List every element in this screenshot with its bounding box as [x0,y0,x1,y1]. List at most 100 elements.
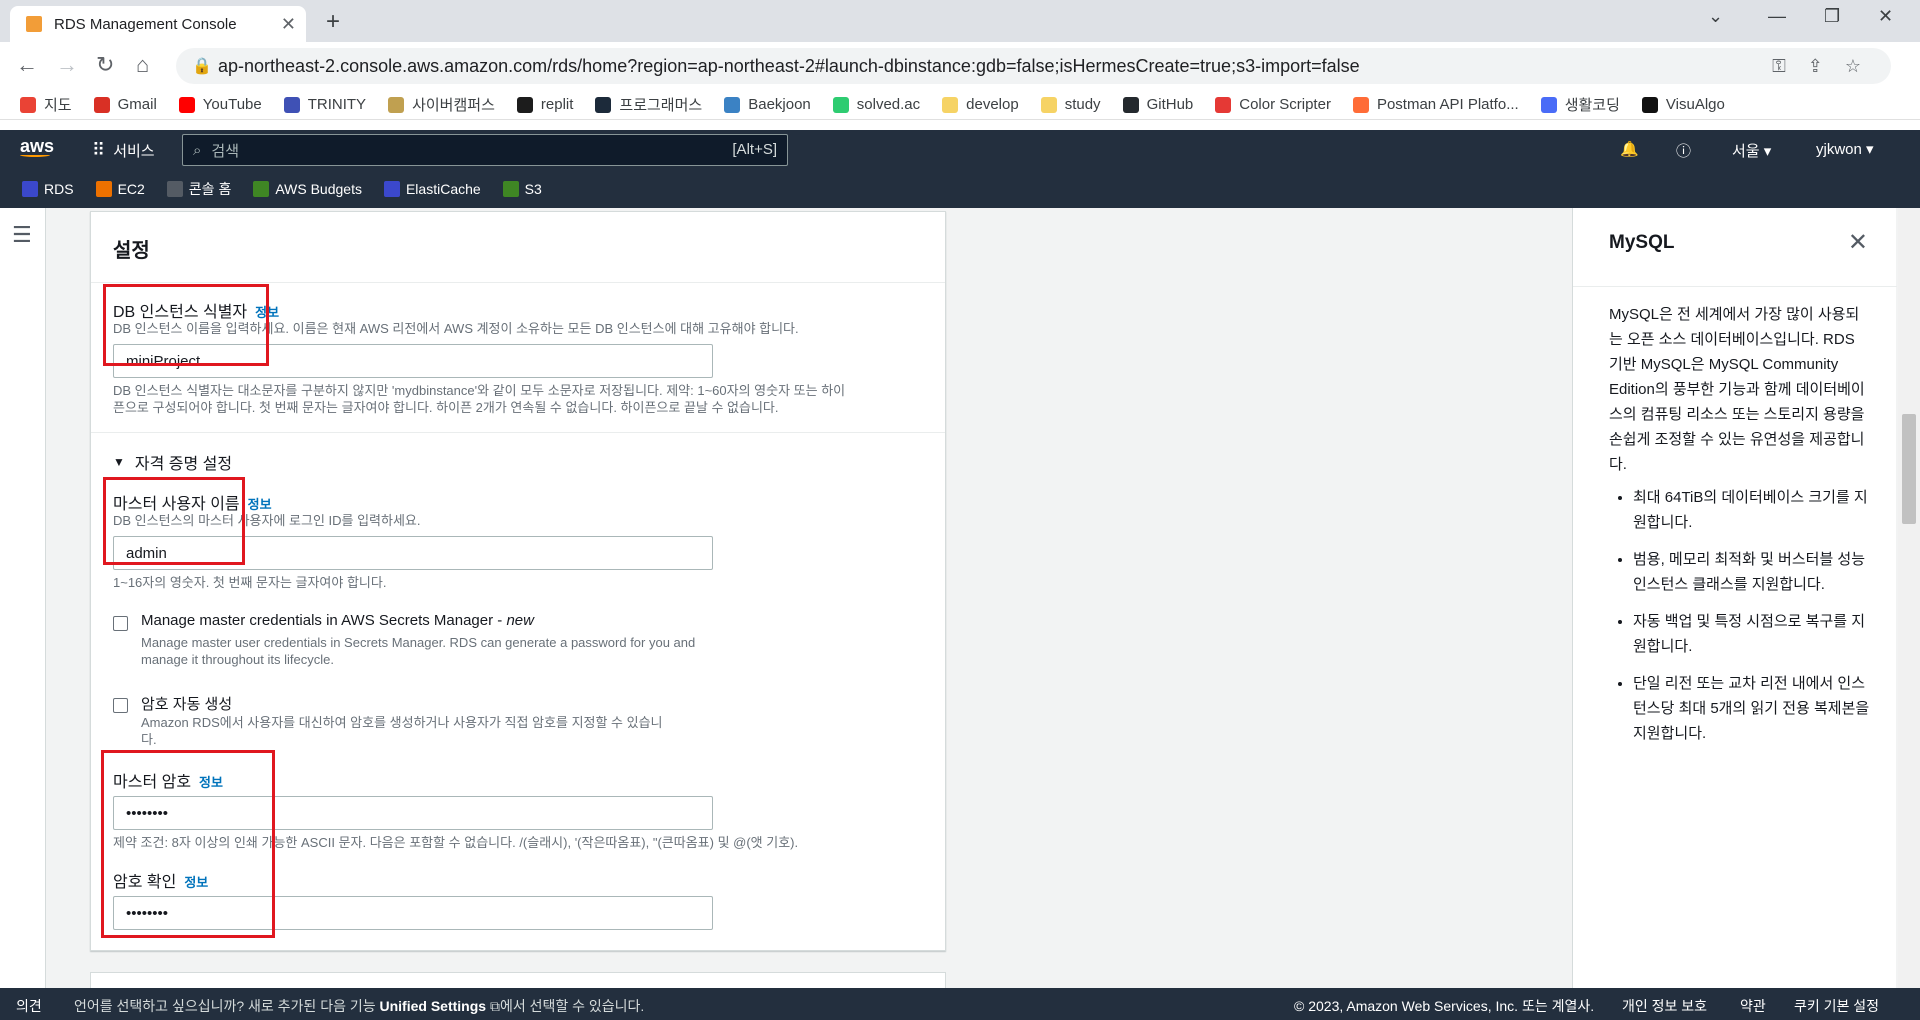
forward-icon[interactable]: → [56,52,78,78]
favorite-service[interactable]: S3 [502,181,542,197]
back-icon[interactable]: ← [16,52,38,78]
help-panel: MySQL ✕ MySQL은 전 세계에서 가장 많이 사용되는 오픈 소스 데… [1572,208,1897,988]
auto-generate-password-checkbox[interactable] [113,698,128,713]
scrollbar-thumb[interactable] [1902,414,1916,524]
divider [91,432,945,433]
bookmark-label: 사이버캠퍼스 [412,97,495,114]
bookmark-item[interactable]: 사이버캠퍼스 [388,94,495,115]
bookmark-icon [1540,96,1557,113]
search-shortcut: [Alt+S] [732,141,777,158]
auto-generate-password-desc: Amazon RDS에서 사용자를 대신하여 암호를 생성하거나 사용자가 직접… [141,714,663,748]
master-username-info-link[interactable]: 정보 [248,497,272,512]
bookmark-icon [832,96,849,113]
search-placeholder: 검색 [211,142,240,160]
bookmark-item[interactable]: Color Scripter [1215,96,1331,113]
privacy-link[interactable]: 개인 정보 보호 [1622,996,1707,1016]
bookmark-item[interactable]: 프로그래머스 [595,94,702,115]
url-text: ap-northeast-2.console.aws.amazon.com/rd… [218,55,1360,76]
bookmark-label: develop [966,96,1019,113]
new-tab-icon[interactable]: + [326,8,340,36]
search-input[interactable]: ⌕ 검색 [Alt+S] [182,134,788,166]
menu-icon[interactable]: ☰ [12,222,32,248]
minimize-icon[interactable]: — [1768,6,1786,27]
auto-generate-password-label: 암호 자동 생성 [141,696,233,713]
favorite-service[interactable]: 콘솔 홈 [166,179,231,199]
maximize-icon[interactable]: ❐ [1824,6,1840,27]
help-title: MySQL [1609,232,1675,253]
service-icon [166,181,183,197]
star-icon[interactable]: ☆ [1845,56,1861,77]
credentials-section-toggle[interactable]: ▼ 자격 증명 설정 [113,450,232,474]
key-icon[interactable]: ⚿ [1772,56,1786,77]
favorite-service-label: EC2 [117,181,145,197]
secrets-manager-checkbox[interactable] [113,616,128,631]
services-label: 서비스 [113,143,155,160]
favorite-service-label: S3 [524,181,542,197]
bookmark-icon [20,96,36,113]
divider [91,282,945,283]
bookmark-item[interactable]: TRINITY [283,96,367,113]
region-selector[interactable]: 서울 ▾ [1732,140,1771,161]
favorite-service[interactable]: RDS [22,181,74,197]
bookmark-label: YouTube [202,96,262,113]
bookmark-item[interactable]: 생활코딩 [1540,94,1620,115]
lock-icon[interactable]: 🔒 [192,56,212,76]
bookmark-item[interactable]: study [1040,96,1101,113]
settings-panel: 설정 DB 인스턴스 식별자 정보 DB 인스턴스 이름을 입력하세요. 이름은 … [90,211,946,951]
bookmark-item[interactable]: YouTube [178,96,262,113]
bookmark-icon [388,96,405,113]
favorite-service-label: AWS Budgets [275,181,362,197]
scrollbar[interactable] [1898,208,1920,988]
bookmark-item[interactable]: Postman API Platfo... [1352,96,1519,113]
notifications-icon[interactable]: 🔔 [1620,140,1639,158]
bookmark-label: TRINITY [307,96,367,113]
favorite-service[interactable]: AWS Budgets [253,181,362,197]
bookmark-icon [516,96,533,113]
user-menu[interactable]: yjkwon ▾ [1816,140,1874,158]
close-help-icon[interactable]: ✕ [1848,228,1868,257]
terms-link[interactable]: 약관 [1740,996,1766,1016]
home-icon[interactable]: ⌂ [136,52,149,78]
bookmark-item[interactable]: VisuAlgo [1641,96,1725,113]
bookmark-label: replit [540,96,574,113]
tab-search-icon[interactable]: ⌄ [1708,6,1723,27]
bookmark-item[interactable]: 지도 [20,94,72,115]
bookmark-item[interactable]: Baekjoon [724,96,811,113]
service-icon [502,181,519,197]
db-identifier-constraint-line1: DB 인스턴스 식별자는 대소문자를 구분하지 않지만 'mydbinstanc… [113,383,846,398]
close-tab-icon[interactable]: ✕ [281,14,296,35]
settings-title: 설정 [113,240,150,262]
bookmark-icon [93,96,110,113]
bookmark-label: Gmail [117,96,157,113]
feedback-link[interactable]: 의견 [16,996,42,1016]
bookmark-icon [1040,96,1057,113]
bookmark-item[interactable]: develop [942,96,1019,113]
bookmark-label: GitHub [1146,96,1194,113]
bookmark-label: Postman API Platfo... [1376,96,1519,113]
reload-icon[interactable]: ↻ [96,52,114,78]
browser-tab-bar: RDS Management Console ✕ + ⌄ — ❐ ✕ [0,0,1920,42]
cookie-preferences-link[interactable]: 쿠키 기본 설정 [1794,996,1879,1016]
favorite-service[interactable]: EC2 [95,181,145,197]
bookmark-label: VisuAlgo [1665,96,1725,113]
bookmark-item[interactable]: solved.ac [832,96,920,113]
browser-tab[interactable]: RDS Management Console ✕ [10,6,306,42]
language-message-text-end: 에서 선택할 수 있습니다. [499,998,645,1014]
help-list: 최대 64TiB의 데이터베이스 크기를 지원합니다. 범용, 메모리 최적화 … [1609,485,1871,746]
help-list-item: 자동 백업 및 특정 시점으로 복구를 지원합니다. [1633,609,1871,659]
close-window-icon[interactable]: ✕ [1878,6,1893,27]
url-bar[interactable]: 🔒 ap-northeast-2.console.aws.amazon.com/… [176,48,1891,84]
bookmark-item[interactable]: GitHub [1122,96,1194,113]
main-content: ☰ 설정 DB 인스턴스 식별자 정보 DB 인스턴스 이름을 입력하세요. 이름… [0,208,1920,1012]
highlight-box [103,284,269,366]
share-icon[interactable]: ⇪ [1808,56,1823,77]
help-icon[interactable]: ⓘ [1676,140,1691,161]
unified-settings-link[interactable]: Unified Settings [380,998,487,1014]
aws-logo[interactable]: aws [20,136,54,157]
external-link-icon: ⧉ [486,998,500,1014]
bookmark-item[interactable]: Gmail [93,96,157,113]
secrets-manager-label-text: Manage master credentials in AWS Secrets… [141,612,507,629]
bookmark-item[interactable]: replit [516,96,574,113]
favorite-service[interactable]: ElastiCache [383,181,481,197]
services-menu[interactable]: ⠿ 서비스 [92,140,155,161]
